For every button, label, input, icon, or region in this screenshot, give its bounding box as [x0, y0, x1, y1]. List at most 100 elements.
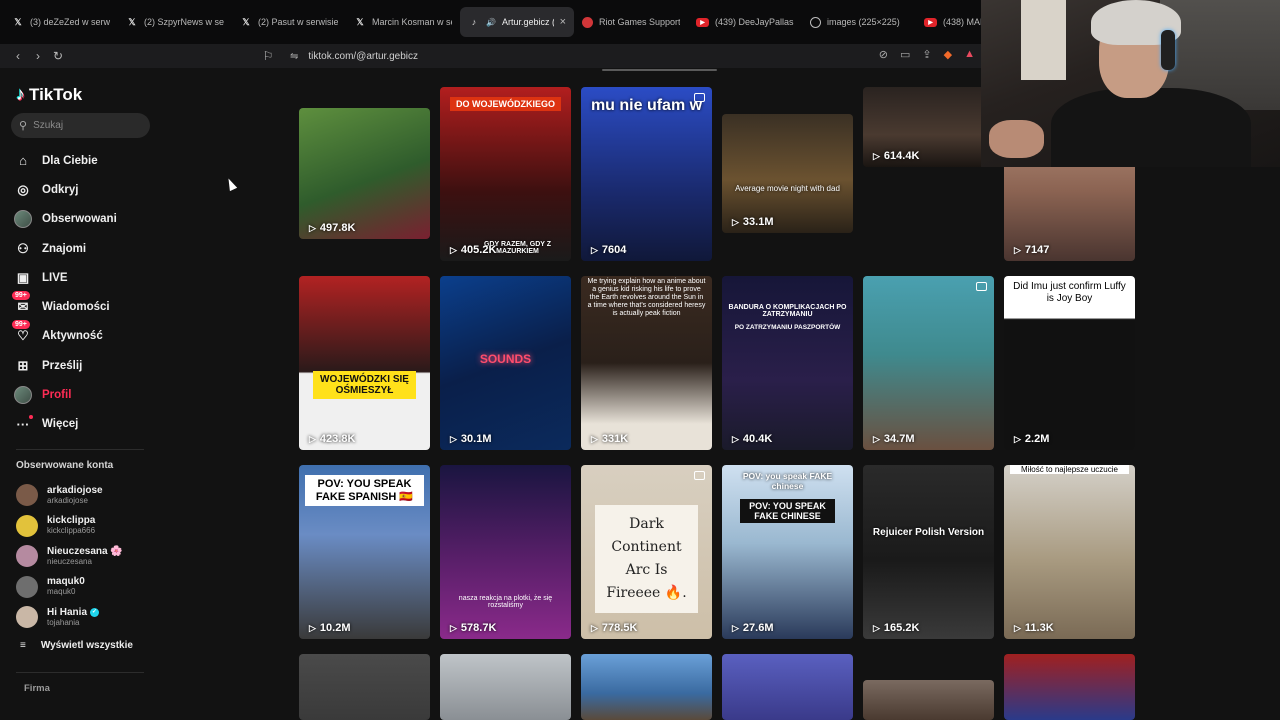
video-card[interactable]: POV: you speak FAKE chinese POV: YOU SPEA… [722, 465, 853, 639]
site-settings-icon[interactable]: ⇋ [290, 51, 298, 62]
sidebar-item-activity[interactable]: ♡ 99+ Aktywność [12, 320, 117, 351]
share-icon[interactable]: ⇪ [922, 48, 931, 61]
show-all-button[interactable]: ≡ Wyświetl wszystkie [20, 640, 133, 651]
x-icon: 𝕏 [356, 16, 364, 27]
mouse-cursor [224, 176, 238, 192]
forward-icon[interactable]: › [28, 49, 48, 63]
view-count: ▷ 33.1M [732, 216, 774, 228]
video-card[interactable]: POV: YOU SPEAK FAKE SPANISH 🇪🇸 ▷ 10.2M [299, 465, 430, 639]
video-card[interactable] [299, 654, 430, 720]
avatar [14, 210, 32, 229]
video-card[interactable]: Did Imu just confirm Luffy is Joy Boy ▷ 2.… [1004, 276, 1135, 450]
sidebar-item-upload[interactable]: ⊞ Prześlij [14, 351, 117, 380]
sidebar-item-profile-avatar[interactable]: Profil [14, 380, 117, 409]
avatar [16, 514, 38, 537]
video-card[interactable]: mu nie ufam w ▷ 7604 [581, 87, 712, 261]
view-count-value: 2.2M [1024, 433, 1050, 445]
video-card[interactable] [722, 654, 853, 720]
view-count-value: 331K [601, 433, 629, 445]
sidebar-item-messages[interactable]: ✉ 99+ Wiadomości [12, 291, 117, 321]
upload-icon: ⊞ [17, 357, 29, 373]
view-count: ▷ 331K [591, 433, 628, 445]
compass-icon: ◎ [17, 181, 29, 197]
browser-tab[interactable]: Riot Games Support [574, 7, 688, 37]
view-count: ▷ 40.4K [732, 433, 772, 445]
close-tab-icon[interactable]: × [560, 16, 566, 28]
browser-tab[interactable]: 𝕏 (2) Pasut w serwisie X [232, 7, 346, 37]
video-caption: POV: YOU SPEAK FAKE SPANISH 🇪🇸 [305, 475, 424, 506]
sidebar-item-label: Wiadomości [42, 301, 110, 314]
footer-company-link[interactable]: Firma [24, 683, 50, 694]
view-count: ▷ 578.7K [450, 622, 496, 634]
video-card[interactable]: Average movie night with dad ▷ 33.1M [722, 114, 853, 233]
browser-tab[interactable]: 𝕏 Marcin Kosman w serw [346, 7, 460, 37]
photo-carousel-icon [694, 93, 705, 102]
video-card[interactable]: ▷ 34.7M [863, 276, 994, 450]
video-card[interactable] [863, 680, 994, 720]
reload-icon[interactable]: ↻ [48, 49, 68, 63]
search-input[interactable]: ⚲ Szukaj [11, 113, 150, 138]
browser-tab[interactable]: ♪ 🔊 Artur.gebicz (@ × [460, 7, 574, 37]
sidebar-item-label: LIVE [42, 271, 68, 284]
view-count: ▷ 497.8K [309, 222, 355, 234]
video-card[interactable]: nasza reakcja na plotki, że się rozstali… [440, 465, 571, 639]
view-count: ▷ 11.3K [1014, 622, 1054, 634]
following-accounts-title: Obserwowane konta [16, 460, 114, 471]
play-icon: ▷ [1014, 433, 1021, 444]
video-card[interactable]: Me trying explain how an anime about a g… [581, 276, 712, 450]
video-card[interactable]: WOJEWÓDZKI SIĘ OŚMIESZYŁ ▷ 423.8K [299, 276, 430, 450]
sidebar-item-home[interactable]: ⌂ Dla Ciebie [14, 146, 117, 175]
browser-tab[interactable]: ▶ (439) DeeJayPallaside [688, 7, 802, 37]
followed-account[interactable]: kickclippa kickclippa666 [16, 511, 123, 542]
video-card[interactable] [581, 654, 712, 720]
view-count: ▷ 165.2K [873, 622, 919, 634]
play-icon: ▷ [732, 622, 739, 633]
sidebar-item-friends[interactable]: ⚇ Znajomi [14, 234, 117, 263]
account-handle: tojahania [47, 617, 80, 627]
video-card[interactable]: Miłość to najlepsze uczucie ▷ 11.3K [1004, 465, 1135, 639]
sidebar-item-live[interactable]: ▣ LIVE [14, 263, 117, 292]
browser-tab[interactable]: 𝕏 (2) SzpyrNews w serw [118, 7, 232, 37]
video-card[interactable]: DO WOJEWÓDZKIEGO GDY RAZEM, GDY Z MAZURKI… [440, 87, 571, 261]
tiktok-icon: ♪ [471, 17, 477, 27]
video-card[interactable]: Rejuicer Polish Version ▷ 165.2K [863, 465, 994, 639]
following-avatar-icon [14, 210, 32, 229]
url-field[interactable]: ⇋ tiktok.com/@artur.gebicz [290, 51, 418, 62]
avatar [16, 606, 38, 629]
tab-audio-icon[interactable]: 🔊 [486, 18, 496, 27]
cast-icon[interactable]: ▭ [900, 48, 910, 61]
sidebar-item-following-avatar[interactable]: Obserwowani [14, 205, 117, 234]
sidebar-item-more[interactable]: ··· Więcej [14, 410, 117, 439]
browser-tab[interactable]: 𝕏 (3) deZeZed w serwisie [4, 7, 118, 37]
play-icon: ▷ [309, 622, 316, 633]
mute-icon[interactable]: ⊘ [879, 48, 888, 61]
shield-icon[interactable]: ◆ [944, 48, 952, 61]
account-name: Hi Hania [47, 606, 88, 618]
account-info: kickclippa kickclippa666 [47, 515, 95, 536]
play-icon: ▷ [873, 433, 880, 444]
account-name-row: Nieuczesana 🌸 [47, 546, 123, 557]
x-icon: 𝕏 [128, 16, 136, 27]
followed-account[interactable]: Nieuczesana 🌸 nieuczesana [16, 541, 123, 572]
video-caption: Did Imu just confirm Luffy is Joy Boy [1013, 281, 1126, 304]
video-card[interactable]: ▷ 497.8K [299, 108, 430, 239]
video-card[interactable] [440, 654, 571, 720]
video-card[interactable]: Dark Continent Arc Is Fireeee 🔥. ▷ 778.5K [581, 465, 712, 639]
tab-label: images (225×225) [827, 17, 900, 27]
video-card[interactable]: ▷ 614.4K [863, 87, 994, 167]
video-card[interactable]: BANDURA O KOMPLIKACJACH PO ZATRZYMANIU PO… [722, 276, 853, 450]
sidebar-item-compass[interactable]: ◎ Odkryj [14, 175, 117, 204]
followed-account[interactable]: arkadiojose arkadiojose [16, 480, 123, 511]
browser-tab[interactable]: images (225×225) [802, 7, 916, 37]
bookmark-icon[interactable]: ⚐ [258, 49, 278, 63]
video-caption: BANDURA O KOMPLIKACJACH PO ZATRZYMANIU [728, 304, 847, 318]
followed-account[interactable]: Hi Hania ✓ tojahania [16, 602, 123, 633]
tiktok-logo[interactable]: ♪ TikTok [16, 84, 82, 105]
video-card[interactable]: SOUNDS ▷ 30.1M [440, 276, 571, 450]
rewards-icon[interactable]: ▲ [964, 48, 975, 61]
back-icon[interactable]: ‹ [8, 49, 28, 63]
video-card[interactable] [1004, 654, 1135, 720]
play-icon: ▷ [1014, 622, 1021, 633]
followed-account[interactable]: maquk0 maquk0 [16, 572, 123, 603]
view-count-value: 423.8K [319, 433, 356, 445]
